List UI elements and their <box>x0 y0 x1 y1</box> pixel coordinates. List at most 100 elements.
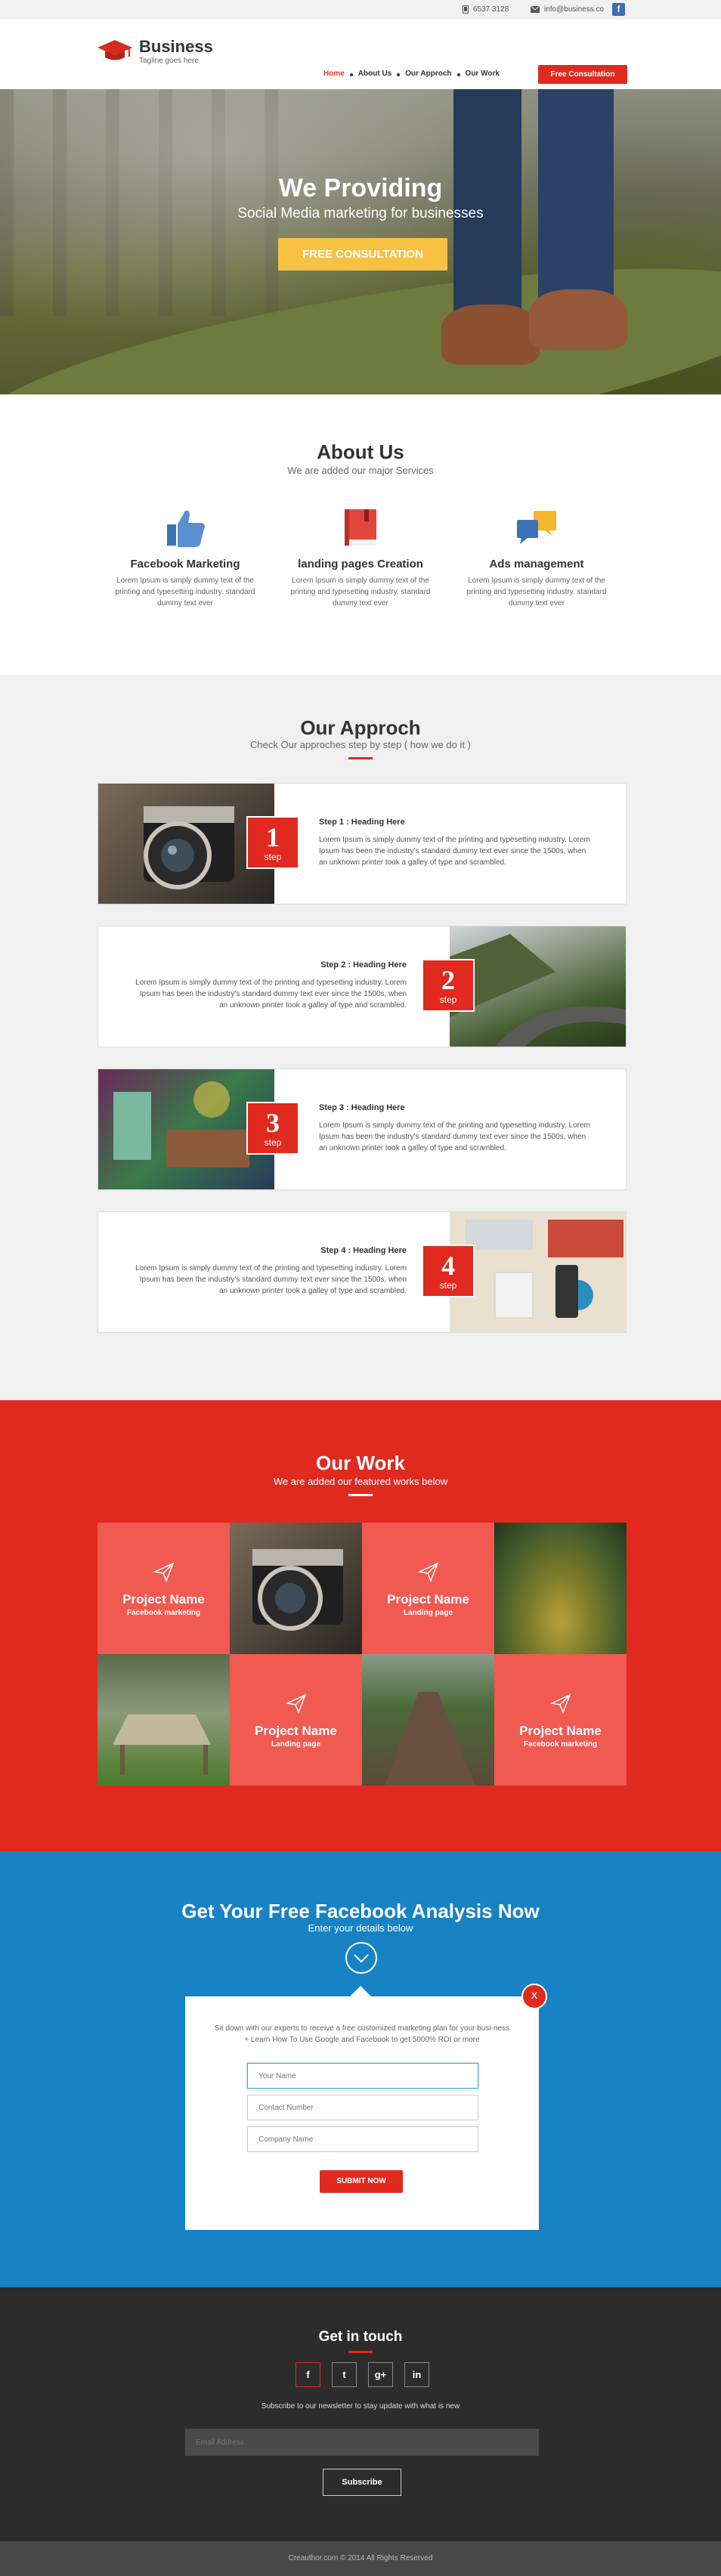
book-icon <box>285 506 436 549</box>
project-name: Project Name <box>519 1724 602 1738</box>
project-name: Project Name <box>255 1724 337 1738</box>
chevron-down-icon[interactable] <box>345 1941 378 1975</box>
step-content: Step 3 : Heading Here Lorem Ipsum is sim… <box>319 1102 591 1154</box>
step-label: step <box>264 852 282 862</box>
service-title: Facebook Marketing <box>130 558 240 571</box>
thumbs-up-icon <box>110 506 261 549</box>
project-category: Facebook marketing <box>523 1740 598 1749</box>
step-badge: 1 step <box>246 816 299 869</box>
step-label: step <box>439 1280 457 1291</box>
graduation-cap-icon <box>97 40 132 60</box>
service-facebook-marketing: Facebook Marketing Lorem Ipsum is simply… <box>110 506 261 609</box>
about-subtitle: We are added our major Services <box>287 465 434 476</box>
email-address: info@business.co <box>544 5 605 14</box>
service-landing-pages: landing pages Creation Lorem Ipsum is si… <box>285 506 436 609</box>
service-title: Ads management <box>489 558 584 571</box>
name-field[interactable] <box>247 2063 478 2089</box>
hero-banner: We Providing Social Media marketing for … <box>0 89 721 394</box>
hero-title: We Providing <box>278 174 443 203</box>
step-content: Step 1 : Heading Here Lorem Ipsum is sim… <box>319 817 591 868</box>
nav-our-approch[interactable]: Our Approch <box>397 70 452 78</box>
service-text: Lorem Ipsum is simply dummy text of the … <box>466 577 607 608</box>
work-section: Our Work We are added our featured works… <box>0 1400 721 1851</box>
step-text: Lorem Ipsum is simply dummy text of the … <box>319 1121 590 1152</box>
contact-divider <box>348 2351 373 2353</box>
contact-title: Get in touch <box>318 2329 403 2345</box>
service-ads-management: Ads management Lorem Ipsum is simply dum… <box>461 506 612 609</box>
site-header: Business Tagline goes here Home About Us… <box>0 20 721 89</box>
nav-home[interactable]: Home <box>323 70 345 78</box>
phone-contact: 6537 3128 <box>463 5 509 14</box>
close-icon[interactable]: x <box>521 1984 547 2009</box>
step-number: 1 <box>266 822 280 852</box>
step-heading: Step 2 : Heading Here <box>320 960 407 969</box>
top-bar: 6537 3128 info@business.co f <box>0 0 721 20</box>
logo-title: Business <box>139 37 213 56</box>
service-title: landing pages Creation <box>298 558 423 571</box>
step-content: Step 2 : Heading Here Lorem Ipsum is sim… <box>135 960 407 1011</box>
phone-icon <box>463 5 469 14</box>
project-image-path[interactable] <box>362 1654 494 1786</box>
approach-section: Our Approch Check Our approches step by … <box>0 675 721 1400</box>
contact-number-field[interactable] <box>247 2095 478 2120</box>
project-image-bridge[interactable] <box>97 1654 230 1786</box>
project-name: Project Name <box>387 1592 469 1607</box>
project-tile-4[interactable]: Project Name Facebook marketing <box>494 1654 627 1786</box>
approach-title: Our Approch <box>300 716 421 739</box>
logo[interactable]: Business Tagline goes here <box>97 39 213 65</box>
step-heading: Step 1 : Heading Here <box>319 818 405 827</box>
newsletter-email-field[interactable] <box>185 2429 539 2456</box>
step-text: Lorem Ipsum is simply dummy text of the … <box>135 1264 407 1295</box>
service-text: Lorem Ipsum is simply dummy text of the … <box>115 577 255 608</box>
mountain-road-image <box>450 926 626 1047</box>
hero-boot-left <box>441 305 540 365</box>
project-tile-1[interactable]: Project Name Facebook marketing <box>97 1523 230 1654</box>
step-text: Lorem Ipsum is simply dummy text of the … <box>319 836 590 867</box>
newsletter-text: Subscribe to our newsletter to stay upda… <box>261 2402 460 2411</box>
step-badge: 4 step <box>422 1245 475 1297</box>
step-label: step <box>439 994 457 1005</box>
nav-our-work[interactable]: Our Work <box>456 70 500 78</box>
step-text: Lorem Ipsum is simply dummy text of the … <box>135 979 407 1010</box>
twitter-icon[interactable]: t <box>332 2362 357 2387</box>
company-name-field[interactable] <box>247 2126 478 2152</box>
step-number: 4 <box>441 1251 455 1281</box>
analysis-title: Get Your Free Facebook Analysis Now <box>181 1900 540 1922</box>
email-contact[interactable]: info@business.co <box>531 5 604 14</box>
hero-subtitle: Social Media marketing for businesses <box>237 206 484 221</box>
project-name: Project Name <box>122 1592 205 1607</box>
project-tile-3[interactable]: Project Name Landing page <box>230 1654 362 1786</box>
approach-step-3: 3 step Step 3 : Heading Here Lorem Ipsum… <box>97 1068 627 1190</box>
modal-pointer <box>350 1986 371 1996</box>
hero-boot-right <box>529 289 627 350</box>
step-content: Step 4 : Heading Here Lorem Ipsum is sim… <box>135 1245 407 1297</box>
approach-step-1: 1 step Step 1 : Heading Here Lorem Ipsum… <box>97 783 627 905</box>
hero-free-consultation-button[interactable]: FREE CONSULTATION <box>278 238 447 271</box>
desk-items-image <box>450 1212 626 1332</box>
step-number: 2 <box>441 965 455 995</box>
project-image-moss[interactable] <box>494 1523 627 1654</box>
google-plus-icon[interactable]: g+ <box>368 2362 393 2387</box>
facebook-icon[interactable]: f <box>296 2362 320 2387</box>
step-number: 3 <box>266 1108 280 1138</box>
submit-button[interactable]: SUBMIT NOW <box>320 2170 403 2193</box>
paper-plane-icon <box>494 1692 627 1715</box>
approach-subtitle: Check Our approches step by step ( how w… <box>250 739 471 750</box>
project-image-camera[interactable] <box>230 1523 362 1654</box>
copyright-text: Creauthor.com © 2014 All Rights Reserved <box>288 2554 433 2562</box>
nav-about-us[interactable]: About Us <box>349 70 391 78</box>
paper-plane-icon <box>97 1560 230 1583</box>
project-tile-2[interactable]: Project Name Landing page <box>362 1523 494 1654</box>
free-consultation-button[interactable]: Free Consultation <box>538 65 627 84</box>
analysis-form: x Sit down with our experts to receive a… <box>185 1984 547 2230</box>
work-subtitle: We are added our featured works below <box>273 1476 448 1487</box>
approach-step-4: Step 4 : Heading Here Lorem Ipsum is sim… <box>97 1211 627 1333</box>
envelope-icon <box>531 6 540 13</box>
facebook-icon[interactable]: f <box>612 3 625 16</box>
linkedin-icon[interactable]: in <box>404 2362 429 2387</box>
subscribe-button[interactable]: Subscribe <box>323 2469 401 2496</box>
service-text: Lorem Ipsum is simply dummy text of the … <box>290 577 431 608</box>
approach-divider <box>348 757 373 759</box>
paper-plane-icon <box>230 1692 362 1715</box>
step-label: step <box>264 1137 282 1148</box>
